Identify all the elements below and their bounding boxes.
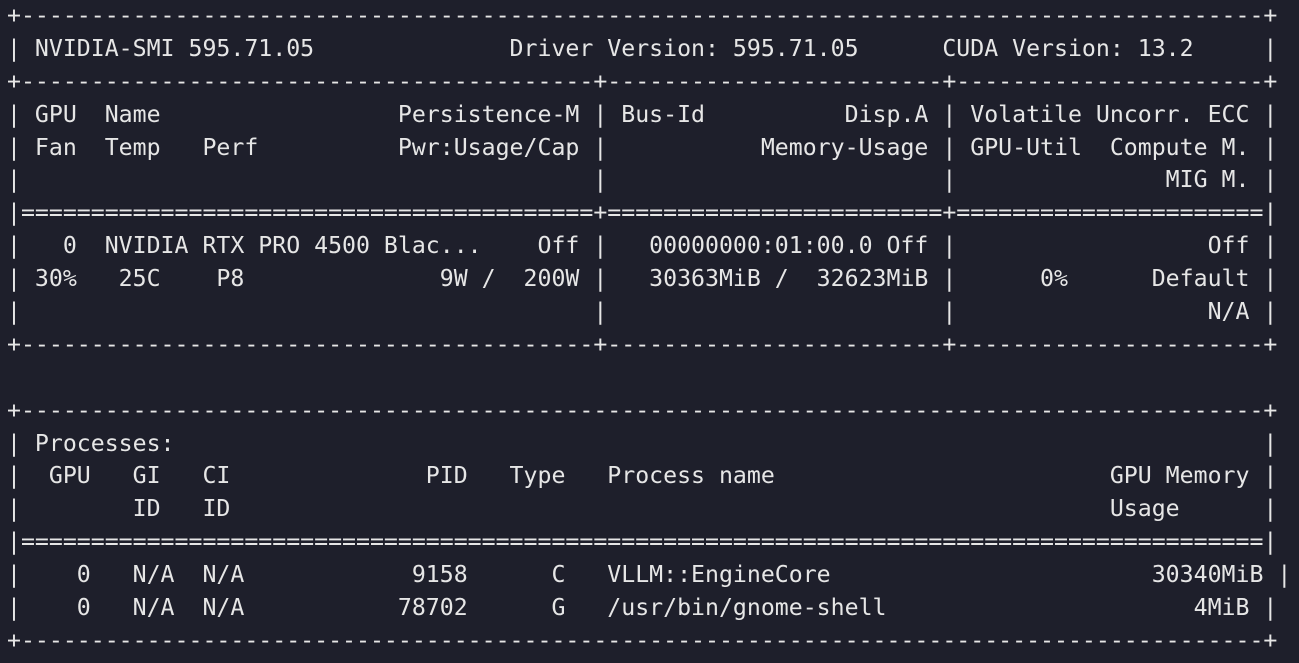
gpu-row-line-1: | 0 NVIDIA RTX PRO 4500 Blac... Off | 00… <box>7 232 1278 260</box>
processes-bottom-border: +---------------------------------------… <box>7 626 1278 654</box>
header-separator: +---------------------------------------… <box>7 67 1278 95</box>
processes-column-header-row-2: | ID ID Usage | <box>7 495 1278 523</box>
processes-header-divider: |=======================================… <box>7 528 1278 556</box>
gpu-row-line-3: | | | N/A | <box>7 298 1278 326</box>
gpu-column-header-row-2: | Fan Temp Perf Pwr:Usage/Cap | Memory-U… <box>7 133 1278 161</box>
process-row: | 0 N/A N/A 78702 G /usr/bin/gnome-shell… <box>7 594 1278 622</box>
gpu-header-divider: |=======================================… <box>7 199 1278 227</box>
processes-column-header-row-1: | GPU GI CI PID Type Process name GPU Me… <box>7 462 1278 490</box>
table-top-border: +---------------------------------------… <box>7 2 1278 29</box>
gpu-column-header-row-3: | | | MIG M. | <box>7 166 1278 194</box>
gpu-column-header-row-1: | GPU Name Persistence-M | Bus-Id Disp.A… <box>7 100 1278 128</box>
process-row: | 0 N/A N/A 9158 C VLLM::EngineCore 3034… <box>7 561 1292 589</box>
gpu-row-line-2: | 30% 25C P8 9W / 200W | 30363MiB / 3262… <box>7 265 1278 293</box>
processes-title: | Processes: | <box>7 429 1278 457</box>
version-header-row: | NVIDIA-SMI 595.71.05 Driver Version: 5… <box>7 34 1278 62</box>
processes-top-border: +---------------------------------------… <box>7 396 1278 424</box>
terminal-window[interactable]: +---------------------------------------… <box>0 0 1299 663</box>
gpu-table-bottom-border: +---------------------------------------… <box>7 330 1278 358</box>
